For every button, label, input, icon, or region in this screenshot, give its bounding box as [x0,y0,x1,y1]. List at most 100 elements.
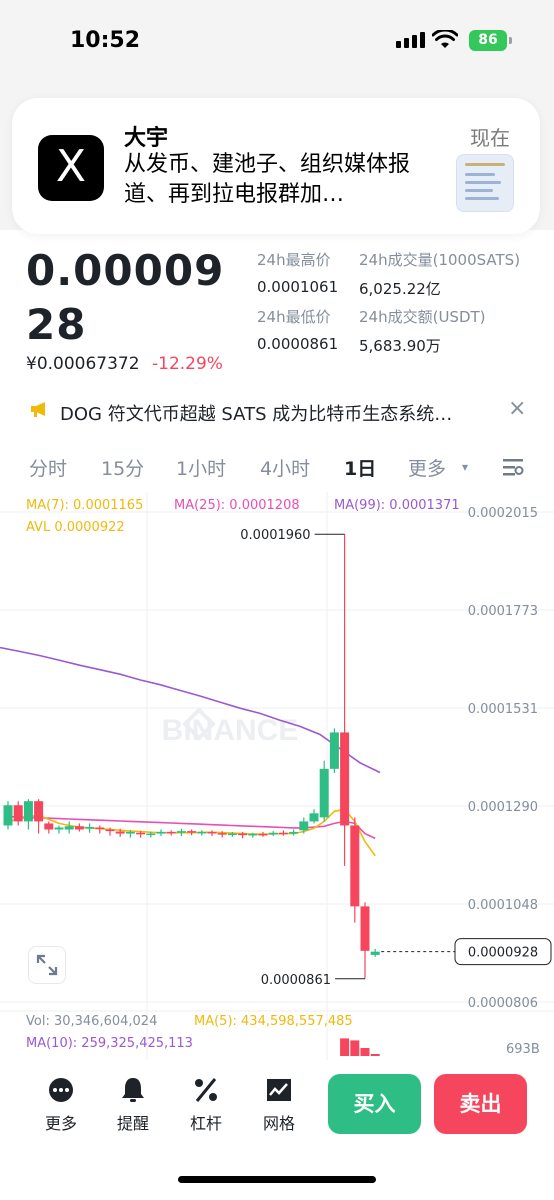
tab-1d[interactable]: 1日 [344,454,376,481]
home-indicator [178,1176,376,1183]
candle-body [13,805,23,822]
chart-settings-icon[interactable] [502,456,524,478]
legend-avl: AVL 0.0000922 [26,520,125,535]
stat-24h-low: 24h最低价 0.0000861 [257,306,338,353]
cellular-signal-icon [396,32,425,48]
status-bar: 10:52 86 [0,0,554,80]
stat-24h-high: 24h最高价 0.0001061 [257,249,338,296]
y-tick-label: 0.0000806 [468,996,538,1011]
stat-label: 24h最低价 [257,308,331,326]
candle-body [187,831,197,833]
candle-body [238,833,248,836]
candle-body [360,906,370,951]
volume-bar [340,1038,350,1056]
legend-ma99: MA(99): 0.0001371 [334,498,460,513]
candle-body [268,832,278,835]
margin-label: 杠杆 [189,1114,222,1133]
grid-chart-icon [267,1079,291,1101]
alert-label: 提醒 [116,1114,149,1133]
candle-body [156,831,166,834]
more-label: 更多 [44,1114,77,1133]
tab-more-caret-icon[interactable]: ▾ [462,460,468,474]
candle-body [176,831,186,833]
grid-label: 网格 [262,1114,295,1133]
battery-level: 86 [478,32,498,48]
price-change: -12.29% [152,354,223,374]
candle-body [105,829,115,832]
y-tick-label: 0.0002015 [468,506,538,521]
stat-24h-volume: 24h成交量(1000SATS) 6,025.22亿 [359,249,520,299]
candle-body [136,832,146,835]
sell-button[interactable]: 卖出 [434,1074,527,1134]
megaphone-icon [31,402,45,417]
candle-body [34,801,44,822]
candle-body [23,801,33,822]
volume-bar [360,1048,370,1056]
y-tick-label: 0.0001773 [468,604,538,619]
legend-volume: Vol: 30,346,604,024 [26,1014,158,1029]
more-button[interactable]: 更多 [36,1076,86,1134]
candle-body [329,732,339,769]
candle-body [258,833,268,836]
close-icon[interactable]: × [508,396,526,421]
candle-body [340,732,350,826]
candle-body [74,826,84,830]
legend-vol-ma5: MA(5): 434,598,557,485 [194,1014,353,1029]
status-time: 10:52 [70,28,141,53]
ma99-line [0,646,381,774]
volume-bar [350,1040,360,1056]
legend-vol-ma10: MA(10): 259,325,425,113 [26,1036,193,1051]
stat-label: 24h成交量(1000SATS) [359,251,521,269]
stat-value: 0.0000861 [257,335,339,353]
tab-4h[interactable]: 4小时 [260,454,310,481]
grid-trading-button[interactable]: 网格 [254,1076,304,1134]
candle-body [64,826,74,830]
candle-body [289,831,299,834]
interval-tabs: 分时 15分 1小时 4小时 1日 更多 ▾ [0,450,554,484]
notification-title: 大宇 [124,126,169,151]
notification-time: 现在 [470,126,510,150]
more-dots-icon [49,1078,73,1102]
candle-body [248,833,258,836]
candle-body [115,831,125,834]
tab-time-share[interactable]: 分时 [29,454,67,481]
candle-body [85,827,95,829]
y-tick-label: 0.0001290 [468,800,538,815]
news-ticker[interactable]: DOG 符文代币超越 SATS 成为比特币生态系统… × [0,392,554,432]
buy-button[interactable]: 买入 [328,1074,421,1134]
fullscreen-button[interactable] [28,946,66,984]
tab-15m[interactable]: 15分 [101,454,144,481]
stat-label: 24h成交额(USDT) [359,308,486,326]
bottom-action-bar: 更多 提醒 杠杆 网格 买入 卖出 [0,1062,554,1150]
volume-bar [370,1054,380,1056]
alert-button[interactable]: 提醒 [108,1076,158,1134]
last-price: 0.0000928 [26,246,225,349]
tab-more[interactable]: 更多 [408,454,446,481]
y-tick-label: 0.0001048 [468,898,538,913]
candle-body [54,827,64,830]
stat-value: 6,025.22亿 [359,280,441,298]
candle-body [350,825,360,907]
candle-body [95,827,105,829]
high-price-label: 0.0001960 [240,528,310,543]
notification-banner[interactable]: X 大宇 现在 从发币、建池子、组织媒体报道、再到拉电报群加… [12,98,540,234]
candle-body [125,831,135,834]
percent-icon [195,1078,217,1102]
stat-24h-turnover: 24h成交额(USDT) 5,683.90万 [359,306,486,356]
news-text[interactable]: DOG 符文代币超越 SATS 成为比特币生态系统… [60,400,500,426]
candle-body [166,831,176,834]
candle-body [3,805,13,826]
kline-chart[interactable]: BINANCE 0.0002015 0.0001773 0.0001531 0.0001… [0,492,554,1060]
candle-body [370,951,380,955]
kline-chart-svg[interactable]: BINANCE0.00020150.00017730.00015310.0001… [0,492,554,1060]
stat-value: 0.0001061 [257,278,339,296]
candle-body [278,832,288,835]
battery-icon: 86 [469,30,512,51]
y-tick-label: 0.0001531 [468,702,538,717]
price-cny: ¥0.00067372 [26,354,140,374]
candle-body [227,833,237,836]
volume-axis-label: 693B [506,1042,540,1057]
notification-body: 从发币、建池子、组织媒体报道、再到拉电报群加… [124,152,411,207]
tab-1h[interactable]: 1小时 [176,454,226,481]
margin-button[interactable]: 杠杆 [181,1076,231,1134]
